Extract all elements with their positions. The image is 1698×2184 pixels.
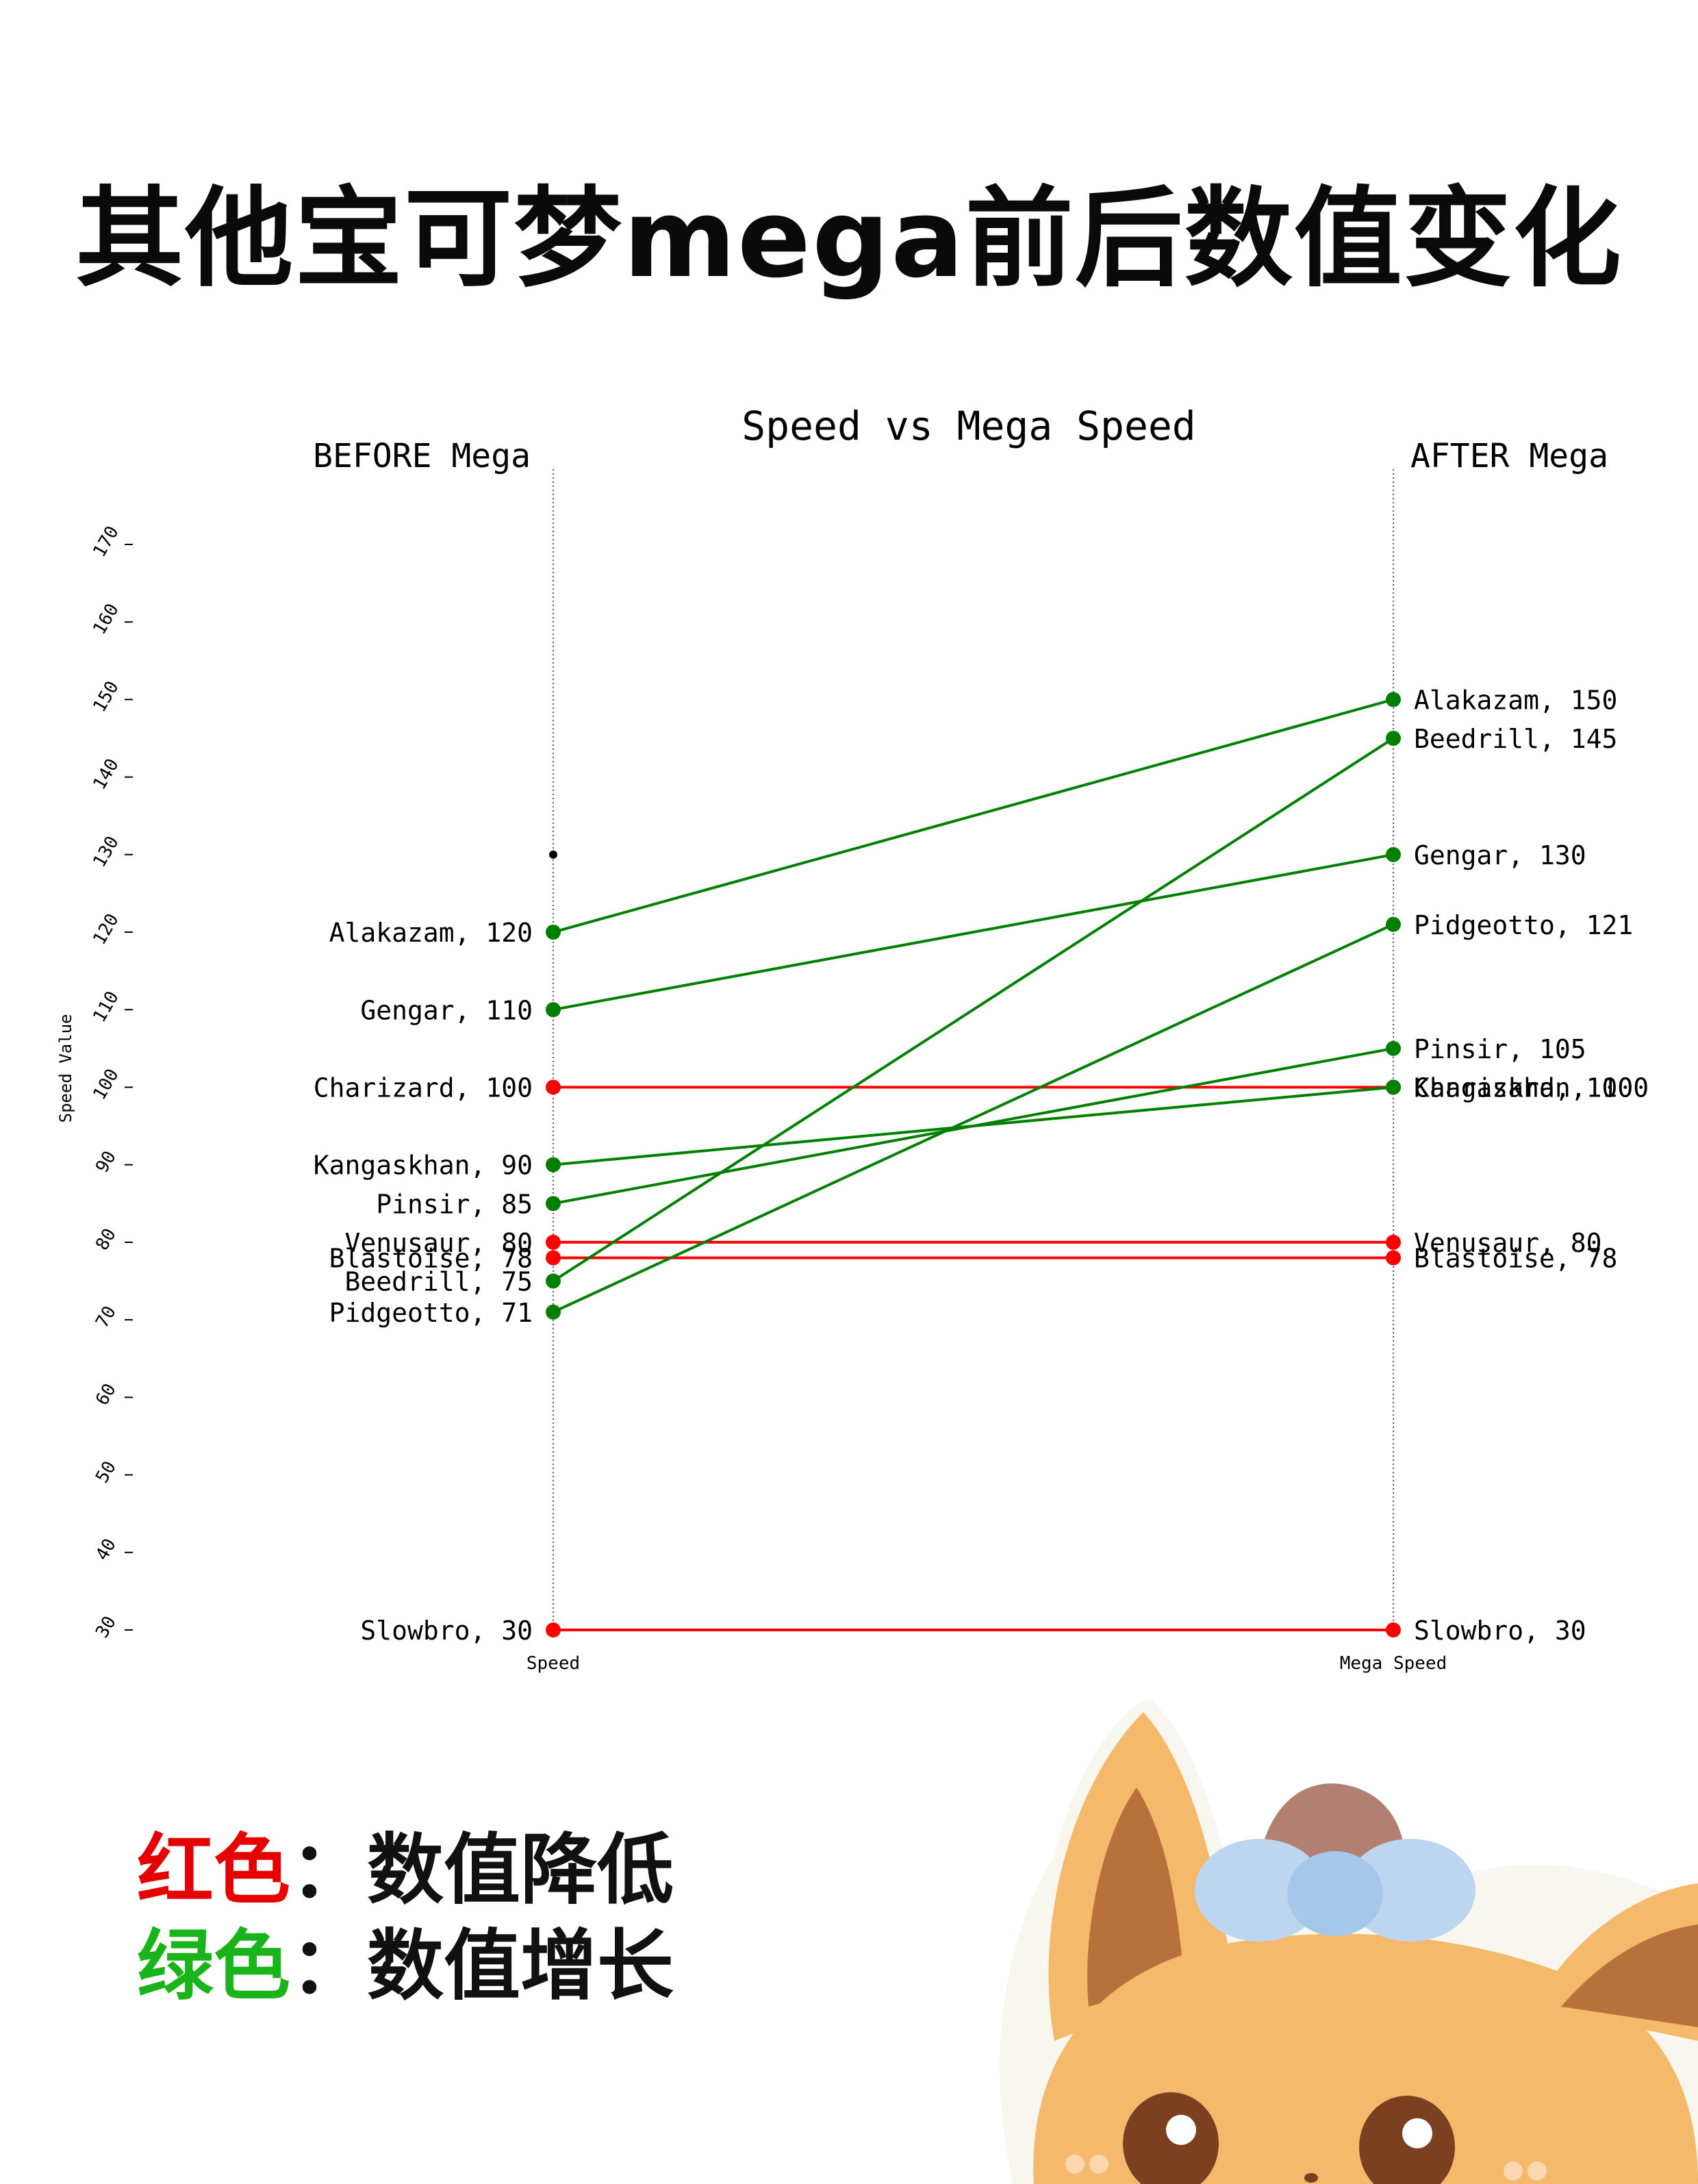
y-tick-label: 40 <box>92 1535 121 1564</box>
x-label-before: Speed <box>527 1653 580 1674</box>
stray-marker <box>549 850 557 859</box>
label-before-gengar: Gengar, 110 <box>360 995 533 1025</box>
y-tick-label: 140 <box>89 755 123 794</box>
mascot-bow-center <box>1287 1851 1383 1936</box>
label-after-slowbro: Slowbro, 30 <box>1414 1616 1586 1646</box>
y-tick-label: 110 <box>89 988 123 1026</box>
point-before-charizard <box>546 1079 561 1095</box>
y-tick-label: 50 <box>92 1458 121 1487</box>
mascot-right-cheek <box>1504 2161 1523 2181</box>
point-after-venusaur <box>1386 1234 1401 1250</box>
before-header: BEFORE Mega <box>313 437 531 475</box>
y-tick-label: 60 <box>92 1380 121 1409</box>
y-tick-label: 170 <box>89 523 123 561</box>
slope-chart: Speed vs Mega Speed BEFORE Mega AFTER Me… <box>56 403 1649 1674</box>
x-label-after: Mega Speed <box>1340 1653 1447 1674</box>
y-tick-label: 80 <box>92 1225 121 1254</box>
label-after-alakazam: Alakazam, 150 <box>1414 685 1617 715</box>
point-after-alakazam <box>1386 692 1401 707</box>
mascot-left-cheek-2 <box>1089 2155 1108 2174</box>
point-after-blastoise <box>1386 1250 1401 1266</box>
legend-increase: 绿色：数值增长 <box>137 1904 674 2015</box>
after-header: AFTER Mega <box>1410 437 1608 475</box>
label-after-gengar: Gengar, 130 <box>1414 840 1586 870</box>
y-tick-label: 150 <box>89 678 123 716</box>
slope-line-alakazam <box>553 698 1394 933</box>
point-before-blastoise <box>546 1250 561 1266</box>
label-before-alakazam: Alakazam, 120 <box>329 918 533 948</box>
page-title: 其他宝可梦mega前后数值变化 <box>75 176 1623 302</box>
point-before-slowbro <box>546 1622 561 1637</box>
slope-line-beedrill <box>552 737 1395 1283</box>
label-after-blastoise: Blastoise, 78 <box>1414 1244 1617 1274</box>
label-before-pidgeotto: Pidgeotto, 71 <box>329 1298 533 1328</box>
label-before-slowbro: Slowbro, 30 <box>360 1616 533 1646</box>
point-before-pidgeotto <box>546 1304 561 1320</box>
y-tick-label: 120 <box>89 910 123 949</box>
point-after-pidgeotto <box>1386 916 1401 932</box>
slope-line-pinsir <box>553 1046 1394 1205</box>
point-after-gengar <box>1386 846 1401 862</box>
label-after-beedrill: Beedrill, 145 <box>1414 724 1617 754</box>
chart-title: Speed vs Mega Speed <box>742 403 1195 449</box>
label-before-charizard: Charizard, 100 <box>314 1073 533 1103</box>
mascot-nose <box>1304 2173 1318 2183</box>
point-before-alakazam <box>546 925 561 940</box>
slope-line-gengar <box>553 853 1394 1012</box>
mascot-left-eye-shine <box>1166 2115 1196 2145</box>
mascot-left-cheek <box>1065 2155 1085 2174</box>
legend-red-text: 数值降低 <box>367 1826 674 1915</box>
point-after-beedrill <box>1386 731 1401 746</box>
legend-green-sep: ： <box>290 1922 367 2011</box>
label-after-kangaskhan: Kangaskhan, 100 <box>1414 1073 1649 1103</box>
point-before-pinsir <box>546 1196 561 1212</box>
slope-line-pidgeotto <box>553 922 1394 1314</box>
point-after-kangaskhan <box>1386 1079 1401 1095</box>
y-axis-label: Speed Value <box>56 1014 75 1123</box>
label-before-beedrill: Beedrill, 75 <box>344 1267 533 1297</box>
point-before-beedrill <box>546 1273 561 1289</box>
point-after-pinsir <box>1386 1040 1401 1056</box>
y-tick-label: 90 <box>92 1148 121 1177</box>
point-before-kangaskhan <box>546 1157 561 1172</box>
label-before-kangaskhan: Kangaskhan, 90 <box>314 1151 533 1181</box>
legend-decrease: 红色：数值降低 <box>137 1808 674 1919</box>
eevee-mascot-illustration <box>1000 1698 1698 2184</box>
y-tick-label: 30 <box>92 1613 121 1642</box>
label-before-pinsir: Pinsir, 85 <box>376 1189 533 1219</box>
label-after-pinsir: Pinsir, 105 <box>1414 1034 1586 1064</box>
point-before-venusaur <box>546 1234 561 1250</box>
mascot-right-eye-shine <box>1402 2118 1432 2148</box>
y-tick-label: 100 <box>89 1066 123 1104</box>
legend-green-text: 数值增长 <box>367 1922 674 2011</box>
point-after-slowbro <box>1386 1622 1401 1637</box>
legend-red-sep: ： <box>290 1826 367 1915</box>
y-tick-label: 70 <box>92 1303 121 1331</box>
mascot-right-cheek-2 <box>1528 2161 1547 2181</box>
legend-green-key: 绿色 <box>137 1922 290 2011</box>
y-tick-label: 160 <box>89 600 123 638</box>
y-tick-label: 130 <box>89 833 123 871</box>
label-after-pidgeotto: Pidgeotto, 121 <box>1414 910 1633 940</box>
point-before-gengar <box>546 1002 561 1018</box>
legend-red-key: 红色 <box>137 1826 290 1915</box>
